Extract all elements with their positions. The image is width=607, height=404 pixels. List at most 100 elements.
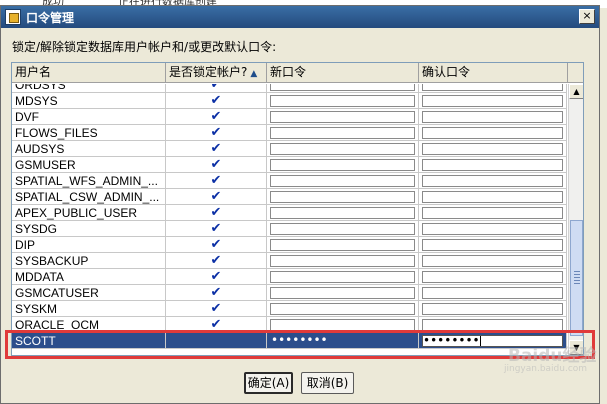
table-row[interactable]: SPATIAL_WFS_ADMIN_... ✔ bbox=[12, 173, 567, 189]
new-password-cell bbox=[267, 301, 419, 317]
ok-button[interactable]: 确定(A) bbox=[244, 372, 293, 394]
confirm-password-field[interactable] bbox=[422, 191, 563, 203]
table-row[interactable]: ORDSYS ✔ bbox=[12, 84, 567, 93]
lock-checkbox-cell[interactable]: ✔ bbox=[166, 93, 267, 109]
table-row[interactable]: GSMUSER ✔ bbox=[12, 157, 567, 173]
lock-checkbox-cell[interactable]: ✔ bbox=[166, 157, 267, 173]
table-row[interactable]: AUDSYS ✔ bbox=[12, 141, 567, 157]
new-password-field[interactable] bbox=[270, 143, 415, 155]
checkmark-icon: ✔ bbox=[210, 301, 222, 316]
confirm-password-field[interactable] bbox=[422, 255, 563, 267]
confirm-password-field[interactable] bbox=[422, 143, 563, 155]
table-row[interactable]: SYSBACKUP ✔ bbox=[12, 253, 567, 269]
lock-checkbox-cell[interactable]: ✔ bbox=[166, 189, 267, 205]
lock-checkbox-cell[interactable]: ✔ bbox=[166, 221, 267, 237]
lock-checkbox-cell[interactable]: ✔ bbox=[166, 301, 267, 317]
confirm-password-field[interactable] bbox=[422, 287, 563, 299]
table-row[interactable]: SYSDG ✔ bbox=[12, 221, 567, 237]
lock-checkbox-cell[interactable]: ✔ bbox=[166, 237, 267, 253]
table-row[interactable]: FLOWS_FILES ✔ bbox=[12, 125, 567, 141]
confirm-password-field[interactable] bbox=[422, 239, 563, 251]
lock-checkbox-cell[interactable]: ✔ bbox=[166, 285, 267, 301]
new-password-field[interactable] bbox=[270, 223, 415, 235]
new-password-field[interactable] bbox=[270, 175, 415, 187]
lock-checkbox-cell[interactable]: ✔ bbox=[166, 141, 267, 157]
confirm-password-cell bbox=[419, 157, 567, 173]
scrollbar-thumb[interactable] bbox=[570, 220, 583, 336]
close-icon: × bbox=[582, 9, 592, 22]
confirm-password-field[interactable] bbox=[422, 111, 563, 123]
user-password-table: 用户名 是否锁定帐户? ▲ 新口令 确认口令 ORDSYS ✔ MDSYS ✔ DVF ✔ F… bbox=[11, 62, 584, 356]
new-password-field[interactable] bbox=[270, 95, 415, 107]
table-body: ORDSYS ✔ MDSYS ✔ DVF ✔ FLOWS_FILES ✔ AUDSYS ✔ GSMU… bbox=[12, 84, 567, 355]
annotation-highlight-frame bbox=[5, 330, 595, 359]
confirm-password-field[interactable] bbox=[422, 271, 563, 283]
column-header-new-password[interactable]: 新口令 bbox=[267, 63, 419, 83]
vertical-scrollbar[interactable]: ▲ ▼ bbox=[568, 84, 583, 355]
checkmark-icon: ✔ bbox=[210, 109, 222, 124]
confirm-password-field[interactable] bbox=[422, 175, 563, 187]
confirm-password-field[interactable] bbox=[422, 127, 563, 139]
lock-checkbox-cell[interactable]: ✔ bbox=[166, 125, 267, 141]
cancel-button[interactable]: 取消(B) bbox=[301, 372, 354, 394]
confirm-password-field[interactable] bbox=[422, 84, 563, 91]
new-password-cell bbox=[267, 269, 419, 285]
table-row[interactable]: DIP ✔ bbox=[12, 237, 567, 253]
lock-checkbox-cell[interactable]: ✔ bbox=[166, 269, 267, 285]
lock-checkbox-cell[interactable]: ✔ bbox=[166, 253, 267, 269]
scroll-up-icon: ▲ bbox=[573, 87, 580, 96]
new-password-field[interactable] bbox=[270, 84, 415, 91]
user-name-cell: GSMUSER bbox=[12, 157, 166, 173]
column-header-user[interactable]: 用户名 bbox=[12, 63, 166, 83]
confirm-password-field[interactable] bbox=[422, 223, 563, 235]
user-name-cell: APEX_PUBLIC_USER bbox=[12, 205, 166, 221]
new-password-field[interactable] bbox=[270, 239, 415, 251]
instruction-text: 锁定/解除锁定数据库用户帐户和/或更改默认口令: bbox=[12, 40, 277, 54]
confirm-password-field[interactable] bbox=[422, 207, 563, 219]
confirm-password-cell bbox=[419, 109, 567, 125]
checkmark-icon: ✔ bbox=[210, 237, 222, 252]
confirm-password-cell bbox=[419, 221, 567, 237]
user-name-cell: SYSKM bbox=[12, 301, 166, 317]
new-password-cell bbox=[267, 93, 419, 109]
lock-checkbox-cell[interactable]: ✔ bbox=[166, 109, 267, 125]
new-password-field[interactable] bbox=[270, 271, 415, 283]
new-password-cell bbox=[267, 125, 419, 141]
table-row[interactable]: SPATIAL_CSW_ADMIN_... ✔ bbox=[12, 189, 567, 205]
new-password-field[interactable] bbox=[270, 255, 415, 267]
close-button[interactable]: × bbox=[579, 9, 595, 24]
new-password-field[interactable] bbox=[270, 207, 415, 219]
confirm-password-field[interactable] bbox=[422, 303, 563, 315]
new-password-field[interactable] bbox=[270, 191, 415, 203]
checkmark-icon: ✔ bbox=[210, 173, 222, 188]
checkmark-icon: ✔ bbox=[210, 205, 222, 220]
scroll-up-button[interactable]: ▲ bbox=[569, 84, 583, 99]
lock-checkbox-cell[interactable]: ✔ bbox=[166, 205, 267, 221]
lock-checkbox-cell[interactable]: ✔ bbox=[166, 84, 267, 93]
new-password-cell bbox=[267, 109, 419, 125]
checkmark-icon: ✔ bbox=[210, 221, 222, 236]
confirm-password-field[interactable] bbox=[422, 95, 563, 107]
table-row[interactable]: SYSKM ✔ bbox=[12, 301, 567, 317]
table-row[interactable]: MDDATA ✔ bbox=[12, 269, 567, 285]
table-row[interactable]: MDSYS ✔ bbox=[12, 93, 567, 109]
column-header-confirm-password-label: 确认口令 bbox=[422, 65, 471, 79]
confirm-password-cell bbox=[419, 141, 567, 157]
title-bar[interactable]: 口令管理 × bbox=[1, 6, 599, 28]
table-row[interactable]: APEX_PUBLIC_USER ✔ bbox=[12, 205, 567, 221]
new-password-field[interactable] bbox=[270, 159, 415, 171]
user-name-cell: ORDSYS bbox=[12, 84, 166, 93]
new-password-field[interactable] bbox=[270, 111, 415, 123]
new-password-field[interactable] bbox=[270, 127, 415, 139]
new-password-cell bbox=[267, 173, 419, 189]
user-name-cell: SPATIAL_CSW_ADMIN_... bbox=[12, 189, 166, 205]
user-name-cell: DIP bbox=[12, 237, 166, 253]
confirm-password-field[interactable] bbox=[422, 159, 563, 171]
table-row[interactable]: DVF ✔ bbox=[12, 109, 567, 125]
column-header-locked[interactable]: 是否锁定帐户? ▲ bbox=[166, 63, 267, 83]
column-header-confirm-password[interactable]: 确认口令 bbox=[419, 63, 568, 83]
table-row[interactable]: GSMCATUSER ✔ bbox=[12, 285, 567, 301]
lock-checkbox-cell[interactable]: ✔ bbox=[166, 173, 267, 189]
new-password-field[interactable] bbox=[270, 303, 415, 315]
new-password-field[interactable] bbox=[270, 287, 415, 299]
